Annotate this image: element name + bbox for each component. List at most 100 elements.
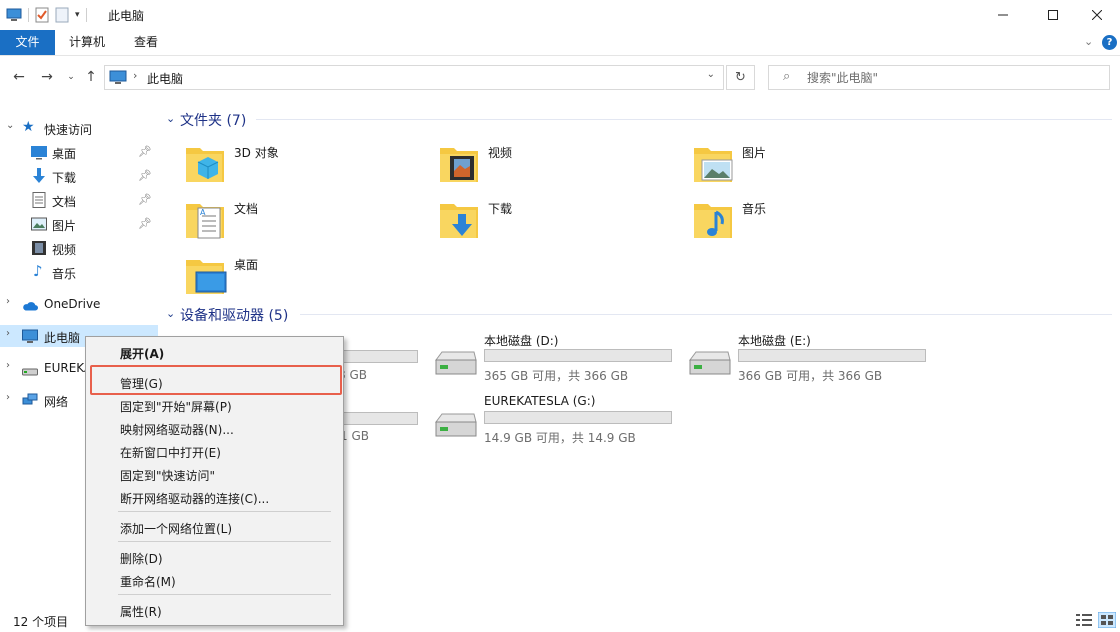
svg-text:A: A xyxy=(200,208,206,217)
drive-d[interactable]: 本地磁盘 (D:) 365 GB 可用，共 366 GB xyxy=(434,332,684,384)
ribbon-expand-chevron-icon[interactable]: ⌄ xyxy=(1084,35,1093,48)
forward-button[interactable]: → xyxy=(38,68,56,86)
sidebar-item-desktop[interactable]: 桌面 📌︎ xyxy=(0,141,158,163)
folder-pictures[interactable]: 图片 xyxy=(692,138,932,190)
back-arrow-icon: ← xyxy=(13,69,25,85)
sidebar-item-onedrive[interactable]: › OneDrive xyxy=(0,293,158,315)
search-box[interactable]: ⌕ xyxy=(768,65,1110,90)
quick-access-toolbar: ▾ xyxy=(6,6,87,24)
search-input[interactable] xyxy=(807,69,1097,87)
help-icon[interactable]: ? xyxy=(1102,35,1117,50)
computer-icon xyxy=(109,70,127,84)
drive-g[interactable]: EUREKATESLA (G:) 14.9 GB 可用，共 14.9 GB xyxy=(434,394,684,446)
back-button[interactable]: ← xyxy=(10,68,28,86)
drive-free-space: 14.9 GB 可用，共 14.9 GB xyxy=(484,431,636,445)
sidebar-item-pictures[interactable]: 图片 📌︎ xyxy=(0,213,158,235)
tab-file[interactable]: 文件 xyxy=(0,30,55,55)
sidebar-label: 快速访问 xyxy=(44,123,93,137)
group-divider xyxy=(300,314,1112,315)
drive-free-space: 1 GB xyxy=(340,429,369,443)
close-button[interactable] xyxy=(1074,0,1120,30)
sidebar-item-music[interactable]: ♪ 音乐 xyxy=(0,261,158,283)
drive-usage-bar xyxy=(484,349,672,362)
new-folder-icon[interactable] xyxy=(55,7,69,23)
tab-computer[interactable]: 计算机 xyxy=(58,30,116,55)
sidebar-item-downloads[interactable]: 下载 📌︎ xyxy=(0,165,158,187)
sidebar-item-documents[interactable]: 文档 📌︎ xyxy=(0,189,158,211)
desktop-icon xyxy=(31,146,47,160)
sidebar-label: 此电脑 xyxy=(44,331,81,345)
address-dropdown-icon[interactable]: ⌄ xyxy=(707,69,715,80)
menu-separator xyxy=(118,511,331,512)
menu-item-expand[interactable]: 展开(A) xyxy=(120,345,164,362)
star-icon: ★ xyxy=(22,119,35,135)
folder-videos[interactable]: 视频 xyxy=(438,138,678,190)
download-icon xyxy=(33,168,45,183)
folder-name: 3D 对象 xyxy=(234,146,279,160)
sidebar-label: 文档 xyxy=(52,195,77,209)
drive-name: 本地磁盘 (D:) xyxy=(484,334,559,348)
expand-chevron-icon[interactable]: › xyxy=(6,328,10,339)
pin-icon[interactable]: 📌︎ xyxy=(138,217,152,230)
folder-downloads[interactable]: 下载 xyxy=(438,194,678,246)
sidebar-item-videos[interactable]: 视频 xyxy=(0,237,158,259)
folder-3d-objects-icon xyxy=(186,148,224,182)
network-icon xyxy=(22,393,38,405)
menu-item-pin-to-start[interactable]: 固定到"开始"屏幕(P) xyxy=(120,398,232,415)
details-view-icon[interactable] xyxy=(1076,613,1092,627)
sidebar-label: 音乐 xyxy=(52,267,77,281)
menu-item-properties[interactable]: 属性(R) xyxy=(120,603,162,620)
computer-icon xyxy=(6,8,22,21)
folder-desktop-icon xyxy=(186,260,227,294)
folder-3d-objects[interactable]: 3D 对象 xyxy=(184,138,424,190)
tab-view[interactable]: 查看 xyxy=(120,30,172,55)
menu-item-open-new-window[interactable]: 在新窗口中打开(E) xyxy=(120,444,221,461)
customize-toolbar-chevron-icon[interactable]: ▾ xyxy=(75,10,80,20)
breadcrumb-this-pc[interactable]: 此电脑 xyxy=(147,70,183,87)
drive-free-space: 366 GB 可用，共 366 GB xyxy=(738,369,883,383)
manage-highlight-box xyxy=(90,365,342,395)
folder-desktop[interactable]: 桌面 xyxy=(184,250,424,302)
folders-group-header[interactable]: ⌄ 文件夹 (7) xyxy=(160,108,1120,130)
menu-item-delete[interactable]: 删除(D) xyxy=(120,550,163,567)
pin-icon[interactable]: 📌︎ xyxy=(138,193,152,206)
maximize-icon xyxy=(1048,10,1058,20)
recent-locations-button[interactable]: ⌄ xyxy=(62,68,80,86)
menu-item-pin-to-quick-access[interactable]: 固定到"快速访问" xyxy=(120,467,215,484)
pin-icon[interactable]: 📌︎ xyxy=(138,145,152,158)
pin-icon[interactable]: 📌︎ xyxy=(138,169,152,182)
folder-documents[interactable]: A 文档 xyxy=(184,194,424,246)
minimize-button[interactable] xyxy=(980,0,1026,30)
folder-music[interactable]: 音乐 xyxy=(692,194,932,246)
minimize-icon xyxy=(998,14,1008,16)
menu-separator xyxy=(118,541,331,542)
hard-drive-icon xyxy=(435,413,477,437)
up-button[interactable]: ↑ xyxy=(82,68,100,86)
usb-drive-icon xyxy=(22,368,38,376)
drive-e[interactable]: 本地磁盘 (E:) 366 GB 可用，共 366 GB xyxy=(688,332,938,384)
folder-name: 音乐 xyxy=(742,202,767,216)
collapse-chevron-icon[interactable]: ⌄ xyxy=(6,120,14,131)
refresh-button[interactable]: ↻ xyxy=(726,65,755,90)
collapse-chevron-icon[interactable]: ⌄ xyxy=(166,112,175,125)
window-title: 此电脑 xyxy=(108,9,145,23)
maximize-button[interactable] xyxy=(1030,0,1076,30)
search-icon: ⌕ xyxy=(783,69,791,84)
address-bar[interactable]: › 此电脑 ⌄ xyxy=(104,65,724,90)
hard-drive-icon xyxy=(435,351,477,375)
expand-chevron-icon[interactable]: › xyxy=(6,296,10,307)
group-divider xyxy=(256,119,1112,120)
menu-item-disconnect-network-drive[interactable]: 断开网络驱动器的连接(C)... xyxy=(120,490,269,507)
expand-chevron-icon[interactable]: › xyxy=(6,392,10,403)
menu-item-map-network-drive[interactable]: 映射网络驱动器(N)... xyxy=(120,421,234,438)
devices-group-header[interactable]: ⌄ 设备和驱动器 (5) xyxy=(160,303,1120,325)
expand-chevron-icon[interactable]: › xyxy=(6,360,10,371)
sidebar-item-quick-access[interactable]: ⌄ ★ 快速访问 xyxy=(0,117,158,139)
large-icons-view-icon[interactable] xyxy=(1098,612,1116,628)
menu-item-rename[interactable]: 重命名(M) xyxy=(120,573,176,590)
breadcrumb-chevron-icon[interactable]: › xyxy=(133,69,137,82)
menu-item-add-network-location[interactable]: 添加一个网络位置(L) xyxy=(120,520,232,537)
collapse-chevron-icon[interactable]: ⌄ xyxy=(166,307,175,320)
title-bar: ▾ 此电脑 xyxy=(0,0,1120,30)
properties-icon[interactable] xyxy=(35,7,49,23)
